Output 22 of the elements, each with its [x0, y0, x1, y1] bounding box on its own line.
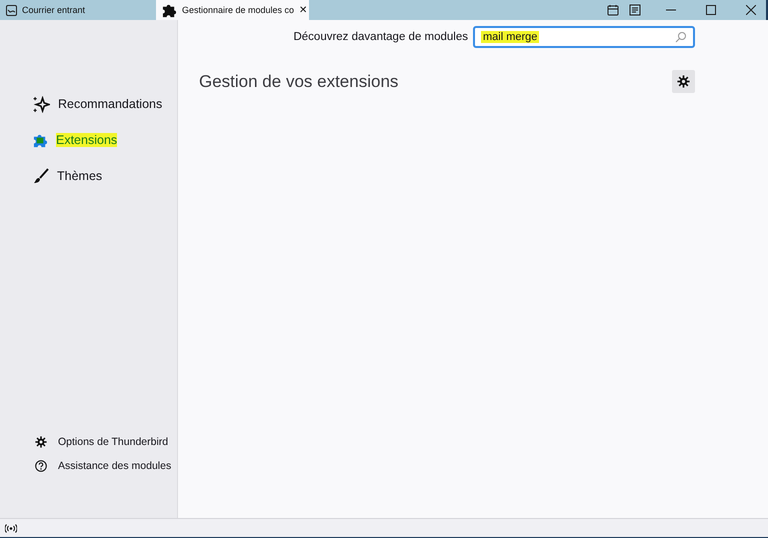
search-icon[interactable]: [675, 31, 687, 43]
settings-button[interactable]: [672, 70, 695, 93]
search-label: Découvrez davantage de modules: [293, 31, 468, 43]
puzzle-piece-icon: [33, 132, 48, 148]
gear-icon: [35, 436, 47, 448]
envelope-icon: [6, 4, 17, 16]
online-status-icon[interactable]: [5, 524, 17, 532]
sidebar-item[interactable]: Thèmes: [33, 166, 177, 186]
brush-icon: [33, 168, 49, 184]
puzzle-piece-icon: [162, 2, 177, 18]
page-heading: Gestion de vos extensions: [199, 72, 398, 92]
sidebar-item[interactable]: Recommandations: [33, 94, 177, 114]
sidebar-link[interactable]: Assistance des modules: [35, 460, 177, 472]
gear-icon: [677, 75, 690, 88]
help-icon: [35, 460, 47, 472]
close-tab-button[interactable]: ✕: [299, 4, 308, 16]
sidebar-link[interactable]: Options de Thunderbird: [35, 436, 177, 448]
sidebar-item[interactable]: Extensions: [33, 130, 177, 150]
tab[interactable]: Courrier entrant: [0, 0, 145, 20]
tab[interactable]: Gestionnaire de modules co ✕: [156, 0, 309, 20]
sparkle-icon: [33, 96, 50, 112]
search-field[interactable]: mail merge: [473, 26, 695, 48]
